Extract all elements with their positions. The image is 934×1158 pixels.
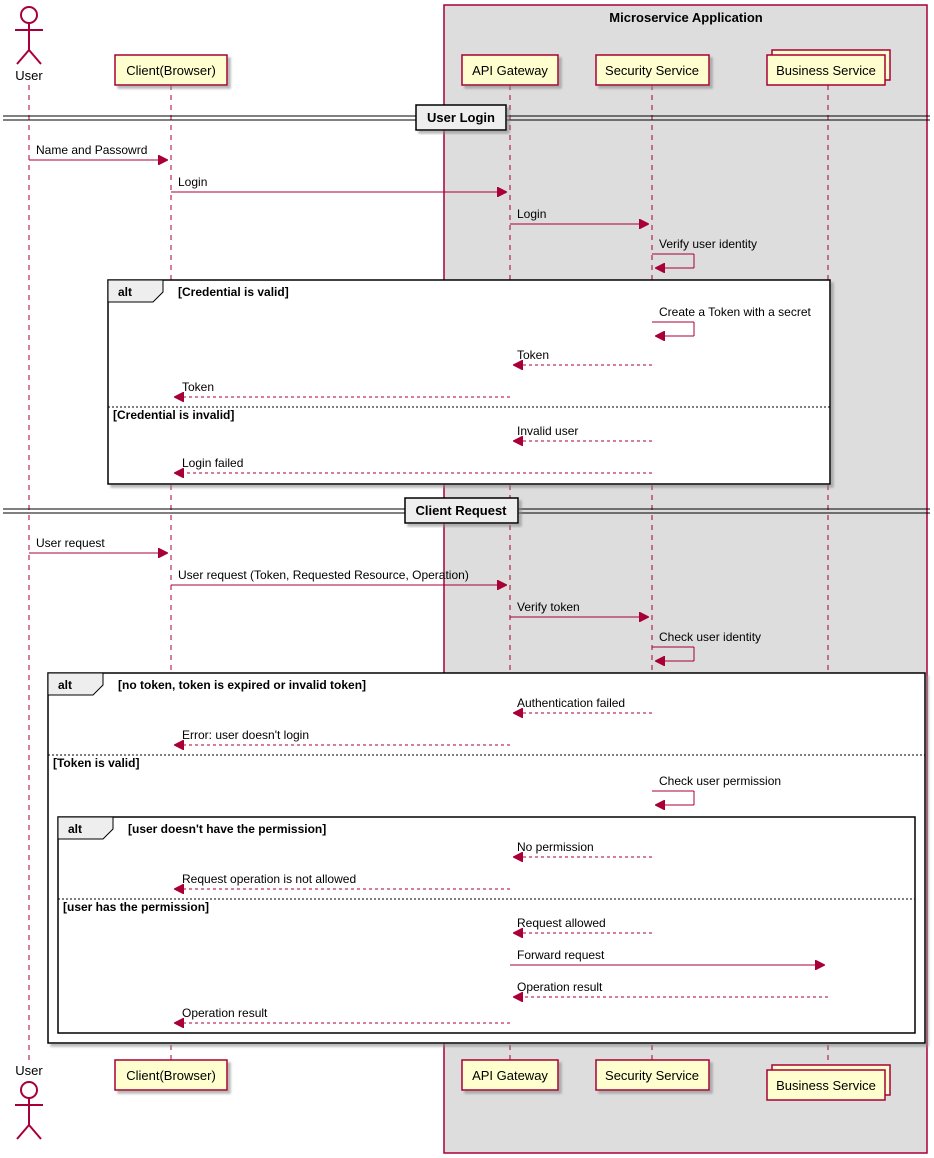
msg-login-failed-label: Login failed bbox=[182, 456, 243, 470]
alt-guard-2b: [Token is valid] bbox=[53, 756, 139, 770]
alt-guard-3b: [user has the permission] bbox=[63, 900, 209, 914]
gateway-label-bottom: API Gateway bbox=[472, 1068, 548, 1083]
msg-login-gateway-security-label: Login bbox=[517, 207, 546, 221]
client-participant-bottom: Client(Browser) bbox=[115, 1060, 227, 1090]
user-label-bottom: User bbox=[15, 1063, 43, 1078]
business-participant-top: Business Service bbox=[767, 50, 890, 85]
gateway-participant-bottom: API Gateway bbox=[462, 1060, 558, 1090]
user-actor-bottom: User bbox=[15, 1063, 43, 1139]
alt-label-1: alt bbox=[118, 285, 132, 299]
msg-user-request-full-label: User request (Token, Requested Resource,… bbox=[178, 568, 469, 582]
msg-auth-failed-label: Authentication failed bbox=[517, 696, 625, 710]
client-label-bottom: Client(Browser) bbox=[126, 1068, 216, 1083]
msg-name-password-label: Name and Passowrd bbox=[36, 143, 147, 157]
sequence-diagram: Microservice Application User Client(Bro… bbox=[0, 0, 934, 1158]
user-actor-top: User bbox=[15, 7, 43, 83]
client-label-top: Client(Browser) bbox=[126, 63, 216, 78]
microservice-box-title: Microservice Application bbox=[609, 10, 762, 25]
gateway-participant-top: API Gateway bbox=[462, 55, 558, 85]
client-participant-top: Client(Browser) bbox=[115, 55, 227, 85]
security-label-top: Security Service bbox=[605, 63, 699, 78]
msg-no-permission-label: No permission bbox=[517, 840, 594, 854]
msg-error-not-login-label: Error: user doesn't login bbox=[182, 728, 309, 742]
business-label-top: Business Service bbox=[776, 63, 876, 78]
alt-guard-1b: [Credential is invalid] bbox=[113, 408, 234, 422]
business-label-bottom: Business Service bbox=[776, 1078, 876, 1093]
msg-op-result-bg-label: Operation result bbox=[517, 980, 603, 994]
security-participant-top: Security Service bbox=[596, 55, 709, 85]
msg-invalid-user-label: Invalid user bbox=[517, 424, 578, 438]
security-label-bottom: Security Service bbox=[605, 1068, 699, 1083]
msg-verify-identity-label: Verify user identity bbox=[659, 237, 757, 251]
msg-forward-request-label: Forward request bbox=[517, 948, 605, 962]
msg-user-request-label: User request bbox=[36, 536, 105, 550]
alt-label-2: alt bbox=[58, 678, 72, 692]
msg-not-allowed-label: Request operation is not allowed bbox=[182, 872, 356, 886]
msg-op-result-client-label: Operation result bbox=[182, 1006, 268, 1020]
alt-guard-3a: [user doesn't have the permission] bbox=[128, 822, 326, 836]
gateway-label-top: API Gateway bbox=[472, 63, 548, 78]
msg-token-security-gateway-label: Token bbox=[517, 348, 549, 362]
security-participant-bottom: Security Service bbox=[596, 1060, 709, 1090]
alt-label-3: alt bbox=[68, 822, 82, 836]
alt-guard-2a: [no token, token is expired or invalid t… bbox=[118, 678, 366, 692]
msg-login-client-gateway-label: Login bbox=[178, 175, 207, 189]
msg-create-token-label: Create a Token with a secret bbox=[659, 305, 812, 319]
msg-request-allowed-label: Request allowed bbox=[517, 916, 606, 930]
msg-verify-token-label: Verify token bbox=[517, 600, 580, 614]
msg-check-identity-label: Check user identity bbox=[659, 630, 761, 644]
alt-guard-1a: [Credential is valid] bbox=[178, 285, 289, 299]
divider-request-label: Client Request bbox=[415, 503, 507, 518]
user-label-top: User bbox=[15, 68, 43, 83]
alt-frame-permission: alt [user doesn't have the permission] bbox=[58, 817, 915, 1033]
msg-token-gateway-client-label: Token bbox=[182, 380, 214, 394]
divider-login-label: User Login bbox=[427, 110, 495, 125]
business-participant-bottom: Business Service bbox=[767, 1065, 890, 1100]
msg-check-permission-label: Check user permission bbox=[659, 774, 781, 788]
